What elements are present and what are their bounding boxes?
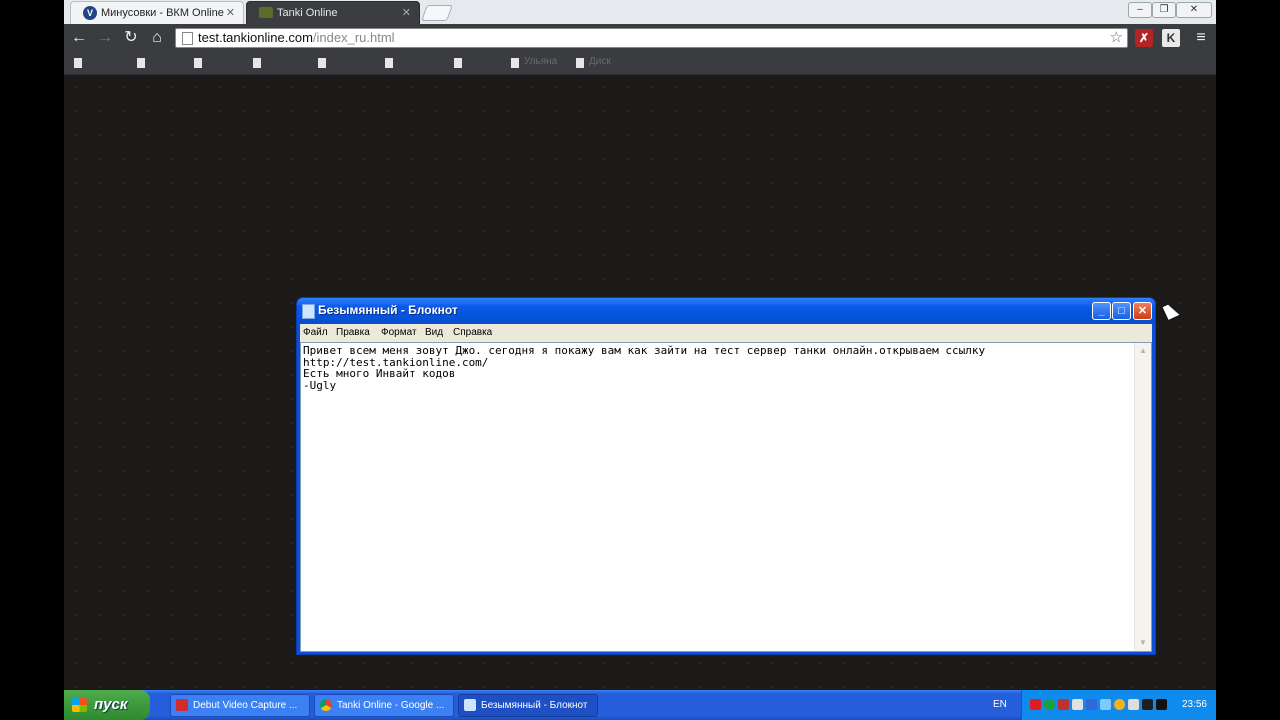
- url-host: test.tankionline.com: [198, 30, 313, 45]
- start-label: пуск: [94, 696, 128, 713]
- notepad-text[interactable]: Привет всем меня зовут Джо. сегодня я по…: [303, 345, 1135, 391]
- tab-title: Минусовки - ВКМ Online: [101, 7, 224, 19]
- browser-toolbar: ← → ↻ ⌂ test.tankionline.com/index_ru.ht…: [64, 24, 1216, 52]
- notepad-icon: [464, 699, 476, 711]
- taskbar: пуск Debut Video Capture ... Tanki Onlin…: [64, 690, 1216, 720]
- monitor-icon[interactable]: [1156, 699, 1167, 710]
- forward-button[interactable]: →: [94, 28, 116, 48]
- adblock-extension-icon[interactable]: ✗: [1135, 29, 1153, 47]
- bookmark-page-icon[interactable]: [454, 58, 462, 68]
- task-label: Debut Video Capture ...: [193, 700, 298, 711]
- back-button[interactable]: ←: [68, 28, 90, 48]
- close-icon[interactable]: ✕: [226, 2, 235, 24]
- minimize-button[interactable]: _: [1092, 302, 1111, 320]
- tray-app-icon[interactable]: [1044, 699, 1055, 710]
- bookmark-label[interactable]: Диск: [589, 56, 611, 67]
- language-indicator[interactable]: EN: [993, 699, 1007, 710]
- tab-title: Tanki Online: [277, 7, 338, 19]
- tray-app-icon[interactable]: [1030, 699, 1041, 710]
- bookmark-page-icon[interactable]: [318, 58, 326, 68]
- scroll-up-icon[interactable]: ▲: [1136, 344, 1150, 358]
- minimize-button[interactable]: –: [1128, 2, 1152, 18]
- new-tab-button[interactable]: [421, 5, 453, 21]
- bookmark-label[interactable]: Ульяна: [524, 56, 557, 67]
- page-icon: [182, 32, 193, 45]
- windows-logo-icon: [72, 698, 87, 712]
- vertical-scrollbar[interactable]: ▲ ▼: [1134, 343, 1151, 651]
- task-label: Безымянный - Блокнот: [481, 700, 588, 711]
- tab-tanki-online[interactable]: Tanki Online ✕: [246, 1, 420, 24]
- tab-vkm[interactable]: V Минусовки - ВКМ Online ✕: [70, 1, 244, 24]
- system-tray: 23:56: [1021, 690, 1216, 720]
- taskbar-item-debut[interactable]: Debut Video Capture ...: [170, 694, 310, 717]
- window-close-button[interactable]: ✕: [1176, 2, 1212, 18]
- tray-app-icon[interactable]: [1072, 699, 1083, 710]
- bookmark-page-icon[interactable]: [253, 58, 261, 68]
- menu-format[interactable]: Формат: [381, 327, 417, 338]
- bookmark-star-icon[interactable]: ☆: [1110, 29, 1123, 47]
- notepad-title-bar[interactable]: Безымянный - Блокнот _ □ ✕: [297, 298, 1155, 324]
- notepad-icon: [302, 304, 315, 319]
- menu-view[interactable]: Вид: [425, 327, 443, 338]
- url-path: /index_ru.html: [312, 30, 395, 45]
- browser-tab-strip: V Минусовки - ВКМ Online ✕ Tanki Online …: [64, 0, 1216, 24]
- task-label: Tanki Online - Google ...: [337, 700, 445, 711]
- menu-edit[interactable]: Правка: [336, 327, 370, 338]
- notepad-title: Безымянный - Блокнот: [318, 303, 458, 317]
- close-button[interactable]: ✕: [1133, 302, 1152, 320]
- chrome-icon: [320, 699, 332, 711]
- menu-help[interactable]: Справка: [453, 327, 492, 338]
- flag-icon[interactable]: [1128, 699, 1139, 710]
- scroll-down-icon[interactable]: ▼: [1136, 636, 1150, 650]
- taskbar-item-chrome[interactable]: Tanki Online - Google ...: [314, 694, 454, 717]
- bookmarks-bar: Ульяна Диск: [64, 52, 1216, 75]
- bookmark-page-icon[interactable]: [511, 58, 519, 68]
- tray-app-icon[interactable]: [1114, 699, 1125, 710]
- maximize-button[interactable]: □: [1112, 302, 1131, 320]
- start-button[interactable]: пуск: [64, 690, 150, 720]
- bookmark-page-icon[interactable]: [137, 58, 145, 68]
- clock: 23:56: [1181, 699, 1207, 710]
- tray-app-icon[interactable]: [1086, 699, 1097, 710]
- vkm-favicon: V: [83, 6, 97, 20]
- taskbar-item-notepad[interactable]: Безымянный - Блокнот: [458, 694, 598, 717]
- tanki-favicon: [259, 7, 273, 18]
- bookmark-page-icon[interactable]: [385, 58, 393, 68]
- tray-app-icon[interactable]: [1058, 699, 1069, 710]
- screen: V Минусовки - ВКМ Online ✕ Tanki Online …: [64, 0, 1216, 720]
- notepad-menubar: Файл Правка Формат Вид Справка: [300, 324, 1152, 342]
- close-icon[interactable]: ✕: [402, 2, 411, 24]
- menu-file[interactable]: Файл: [303, 327, 328, 338]
- bookmark-page-icon[interactable]: [576, 58, 584, 68]
- reload-button[interactable]: ↻: [120, 28, 142, 48]
- speaker-icon[interactable]: [1142, 699, 1153, 710]
- notepad-text-area[interactable]: Привет всем меня зовут Джо. сегодня я по…: [300, 342, 1152, 652]
- address-bar[interactable]: test.tankionline.com/index_ru.html ☆: [175, 28, 1128, 48]
- k-extension-icon[interactable]: K: [1162, 29, 1180, 47]
- restore-button[interactable]: ❐: [1152, 2, 1176, 18]
- bookmark-page-icon[interactable]: [194, 58, 202, 68]
- home-button[interactable]: ⌂: [146, 28, 168, 48]
- wifi-icon[interactable]: [1100, 699, 1111, 710]
- menu-icon[interactable]: ≡: [1190, 28, 1212, 48]
- notepad-window: Безымянный - Блокнот _ □ ✕ Файл Правка Ф…: [296, 297, 1156, 655]
- debut-icon: [176, 699, 188, 711]
- bookmark-page-icon[interactable]: [74, 58, 82, 68]
